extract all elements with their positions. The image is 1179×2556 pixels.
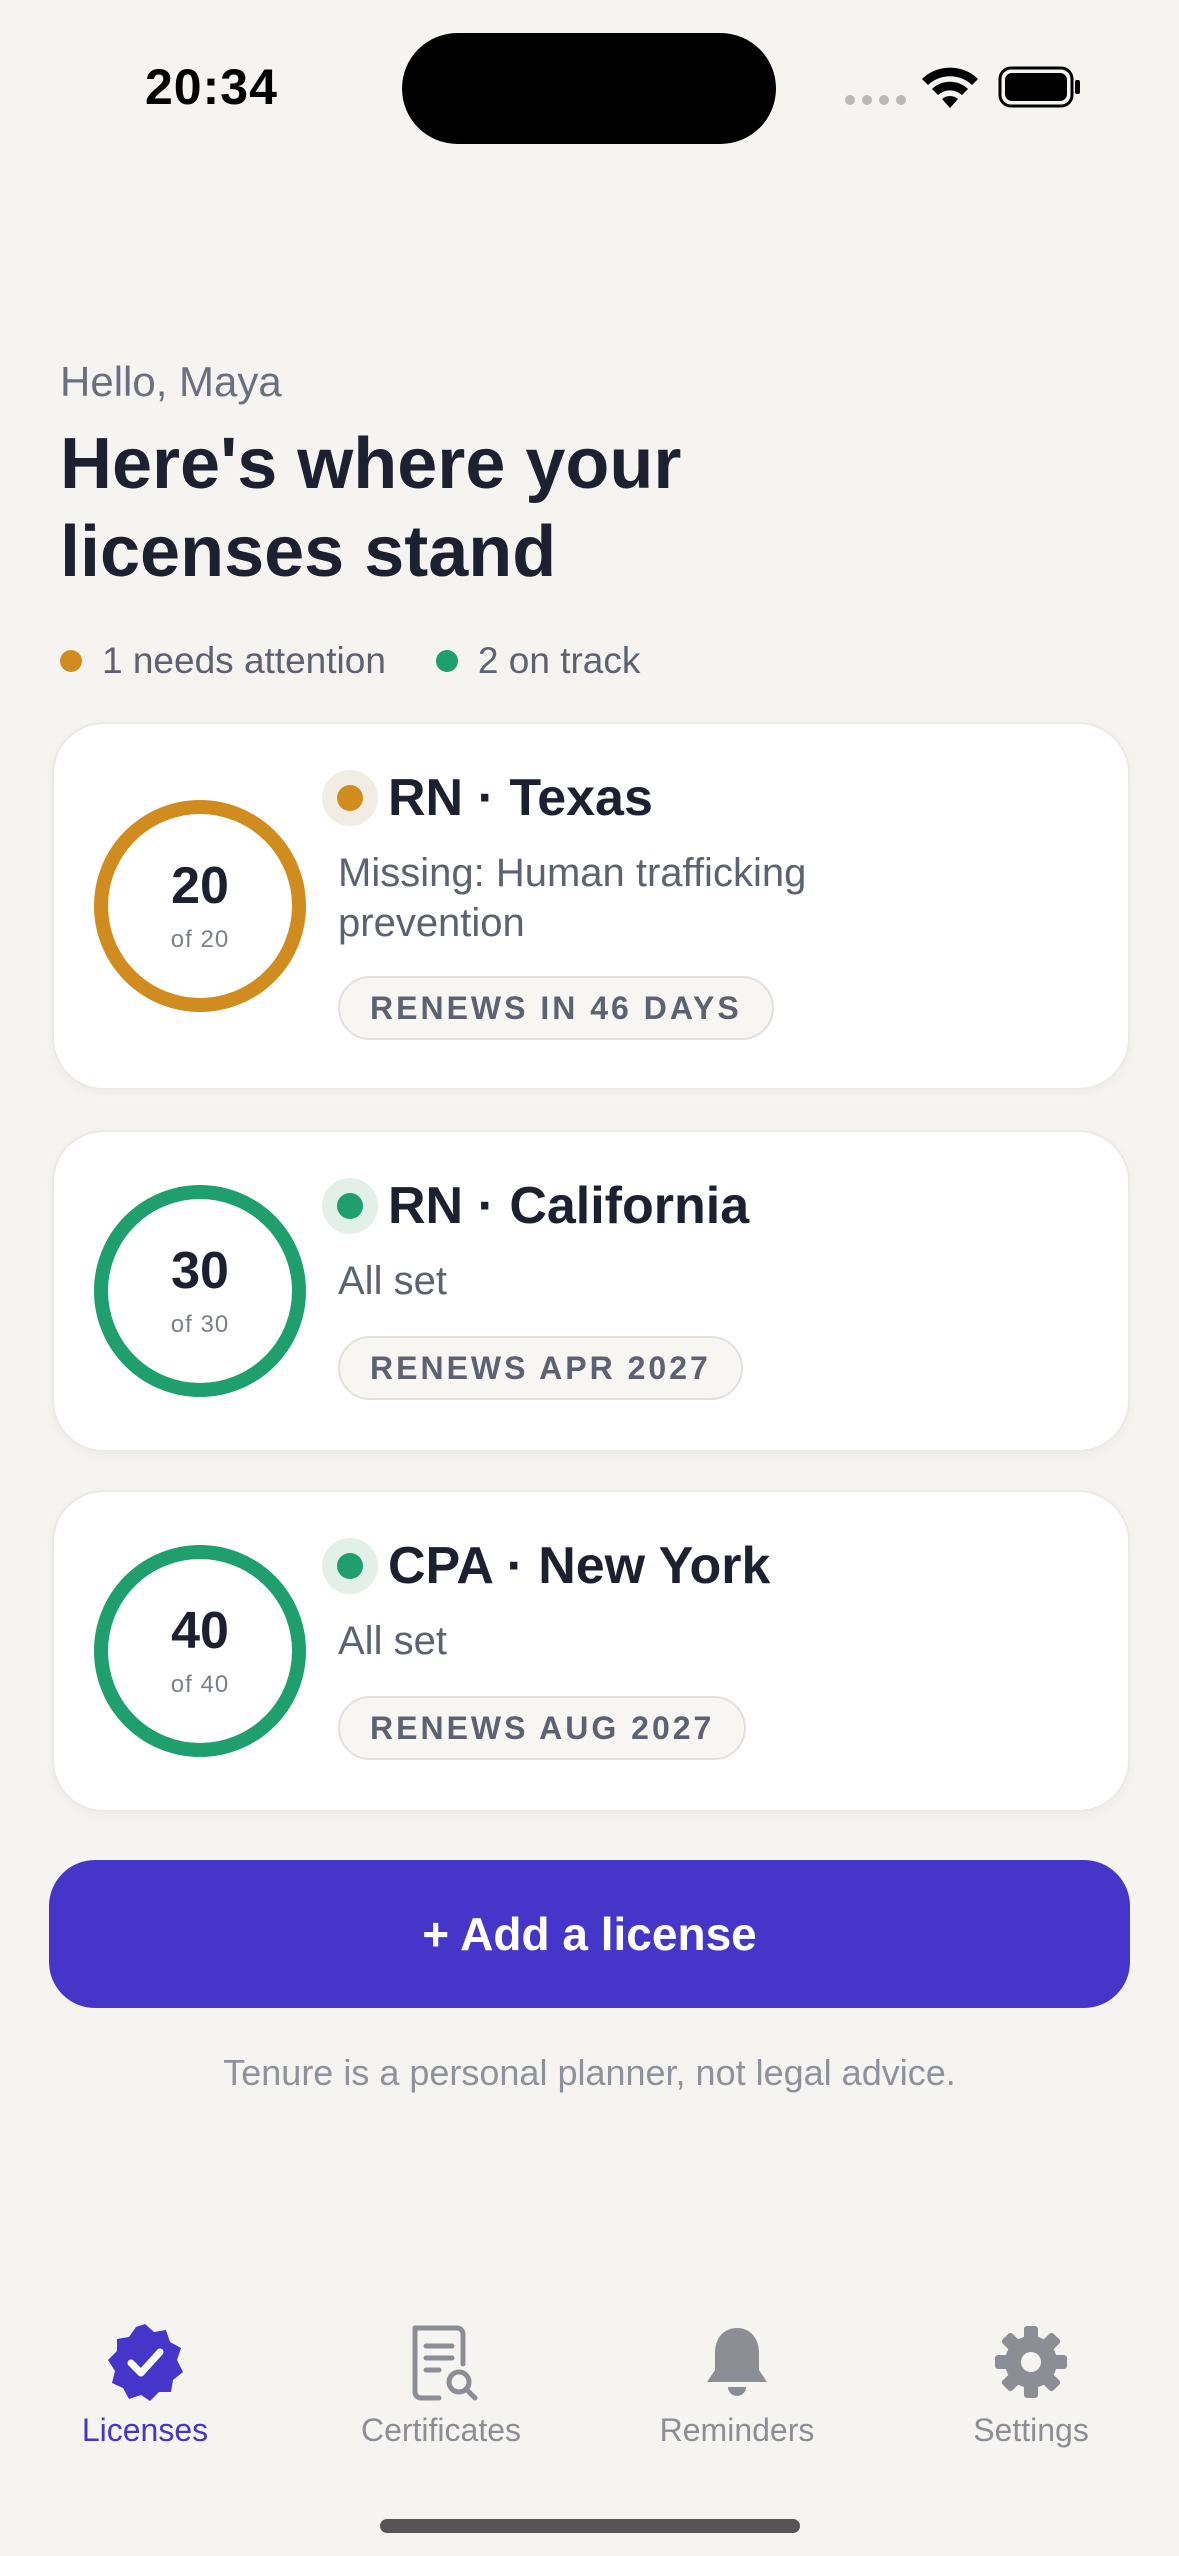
- gear-icon: [995, 2326, 1067, 2398]
- status-dot-icon: [322, 1538, 378, 1594]
- greeting: Hello, Maya: [60, 358, 282, 405]
- summary-on-track: 2 on track: [435, 640, 640, 682]
- license-title: RN · California: [322, 1176, 749, 1236]
- license-status-text: All set: [338, 1259, 447, 1303]
- renewal-badge: RENEWS IN 46 DAYS: [338, 976, 774, 1040]
- license-title: CPA · New York: [322, 1536, 770, 1596]
- credit-total: of 20: [170, 926, 230, 953]
- battery-icon: [998, 66, 1080, 108]
- tab-settings[interactable]: Settings: [911, 2320, 1151, 2449]
- wifi-icon: [922, 67, 978, 108]
- license-card-rn-california[interactable]: 30 of 30 RN · California All set RENEWS …: [52, 1130, 1130, 1452]
- on-track-dot-icon: [435, 650, 458, 672]
- status-time: 20:34: [145, 59, 278, 115]
- tab-licenses[interactable]: Licenses: [25, 2320, 265, 2449]
- credit-total: of 30: [170, 1311, 230, 1338]
- tab-certificates[interactable]: Certificates: [321, 2320, 561, 2449]
- summary-needs-attention: 1 needs attention: [60, 640, 386, 682]
- status-dot-icon: [322, 770, 378, 826]
- license-card-rn-texas[interactable]: 20 of 20 RN · Texas Missing: Human traff…: [52, 722, 1130, 1090]
- page-title: Here's where your licenses stand: [60, 424, 682, 592]
- verified-badge-icon: [108, 2324, 183, 2401]
- add-license-button[interactable]: + Add a license: [49, 1860, 1130, 2008]
- certificate-search-icon: [412, 2325, 478, 2401]
- tab-reminders[interactable]: Reminders: [617, 2320, 857, 2449]
- credit-total: of 40: [170, 1671, 230, 1698]
- progress-ring: 40 of 40: [92, 1543, 308, 1759]
- status-summary: 1 needs attention 2 on track: [60, 640, 690, 682]
- home-indicator: [380, 2519, 800, 2533]
- dynamic-island: [402, 33, 776, 144]
- license-card-cpa-new-york[interactable]: 40 of 40 CPA · New York All set RENEWS A…: [52, 1490, 1130, 1812]
- credit-count: 30: [171, 1242, 229, 1300]
- license-title: RN · Texas: [322, 768, 653, 828]
- renewal-badge: RENEWS APR 2027: [338, 1336, 743, 1400]
- status-dot-icon: [322, 1178, 378, 1234]
- attention-dot-icon: [60, 650, 82, 672]
- disclaimer: Tenure is a personal planner, not legal …: [223, 2052, 956, 2093]
- credit-count: 40: [171, 1602, 229, 1660]
- credit-count: 20: [171, 857, 229, 915]
- renewal-badge: RENEWS AUG 2027: [338, 1696, 747, 1760]
- license-status-text: All set: [338, 1619, 447, 1663]
- progress-ring: 20 of 20: [92, 798, 308, 1014]
- progress-ring: 30 of 30: [92, 1183, 308, 1399]
- license-status-text: Missing: Human trafficking prevention: [338, 851, 807, 945]
- bell-icon: [707, 2328, 767, 2396]
- cellular-signal-icon: [845, 95, 906, 105]
